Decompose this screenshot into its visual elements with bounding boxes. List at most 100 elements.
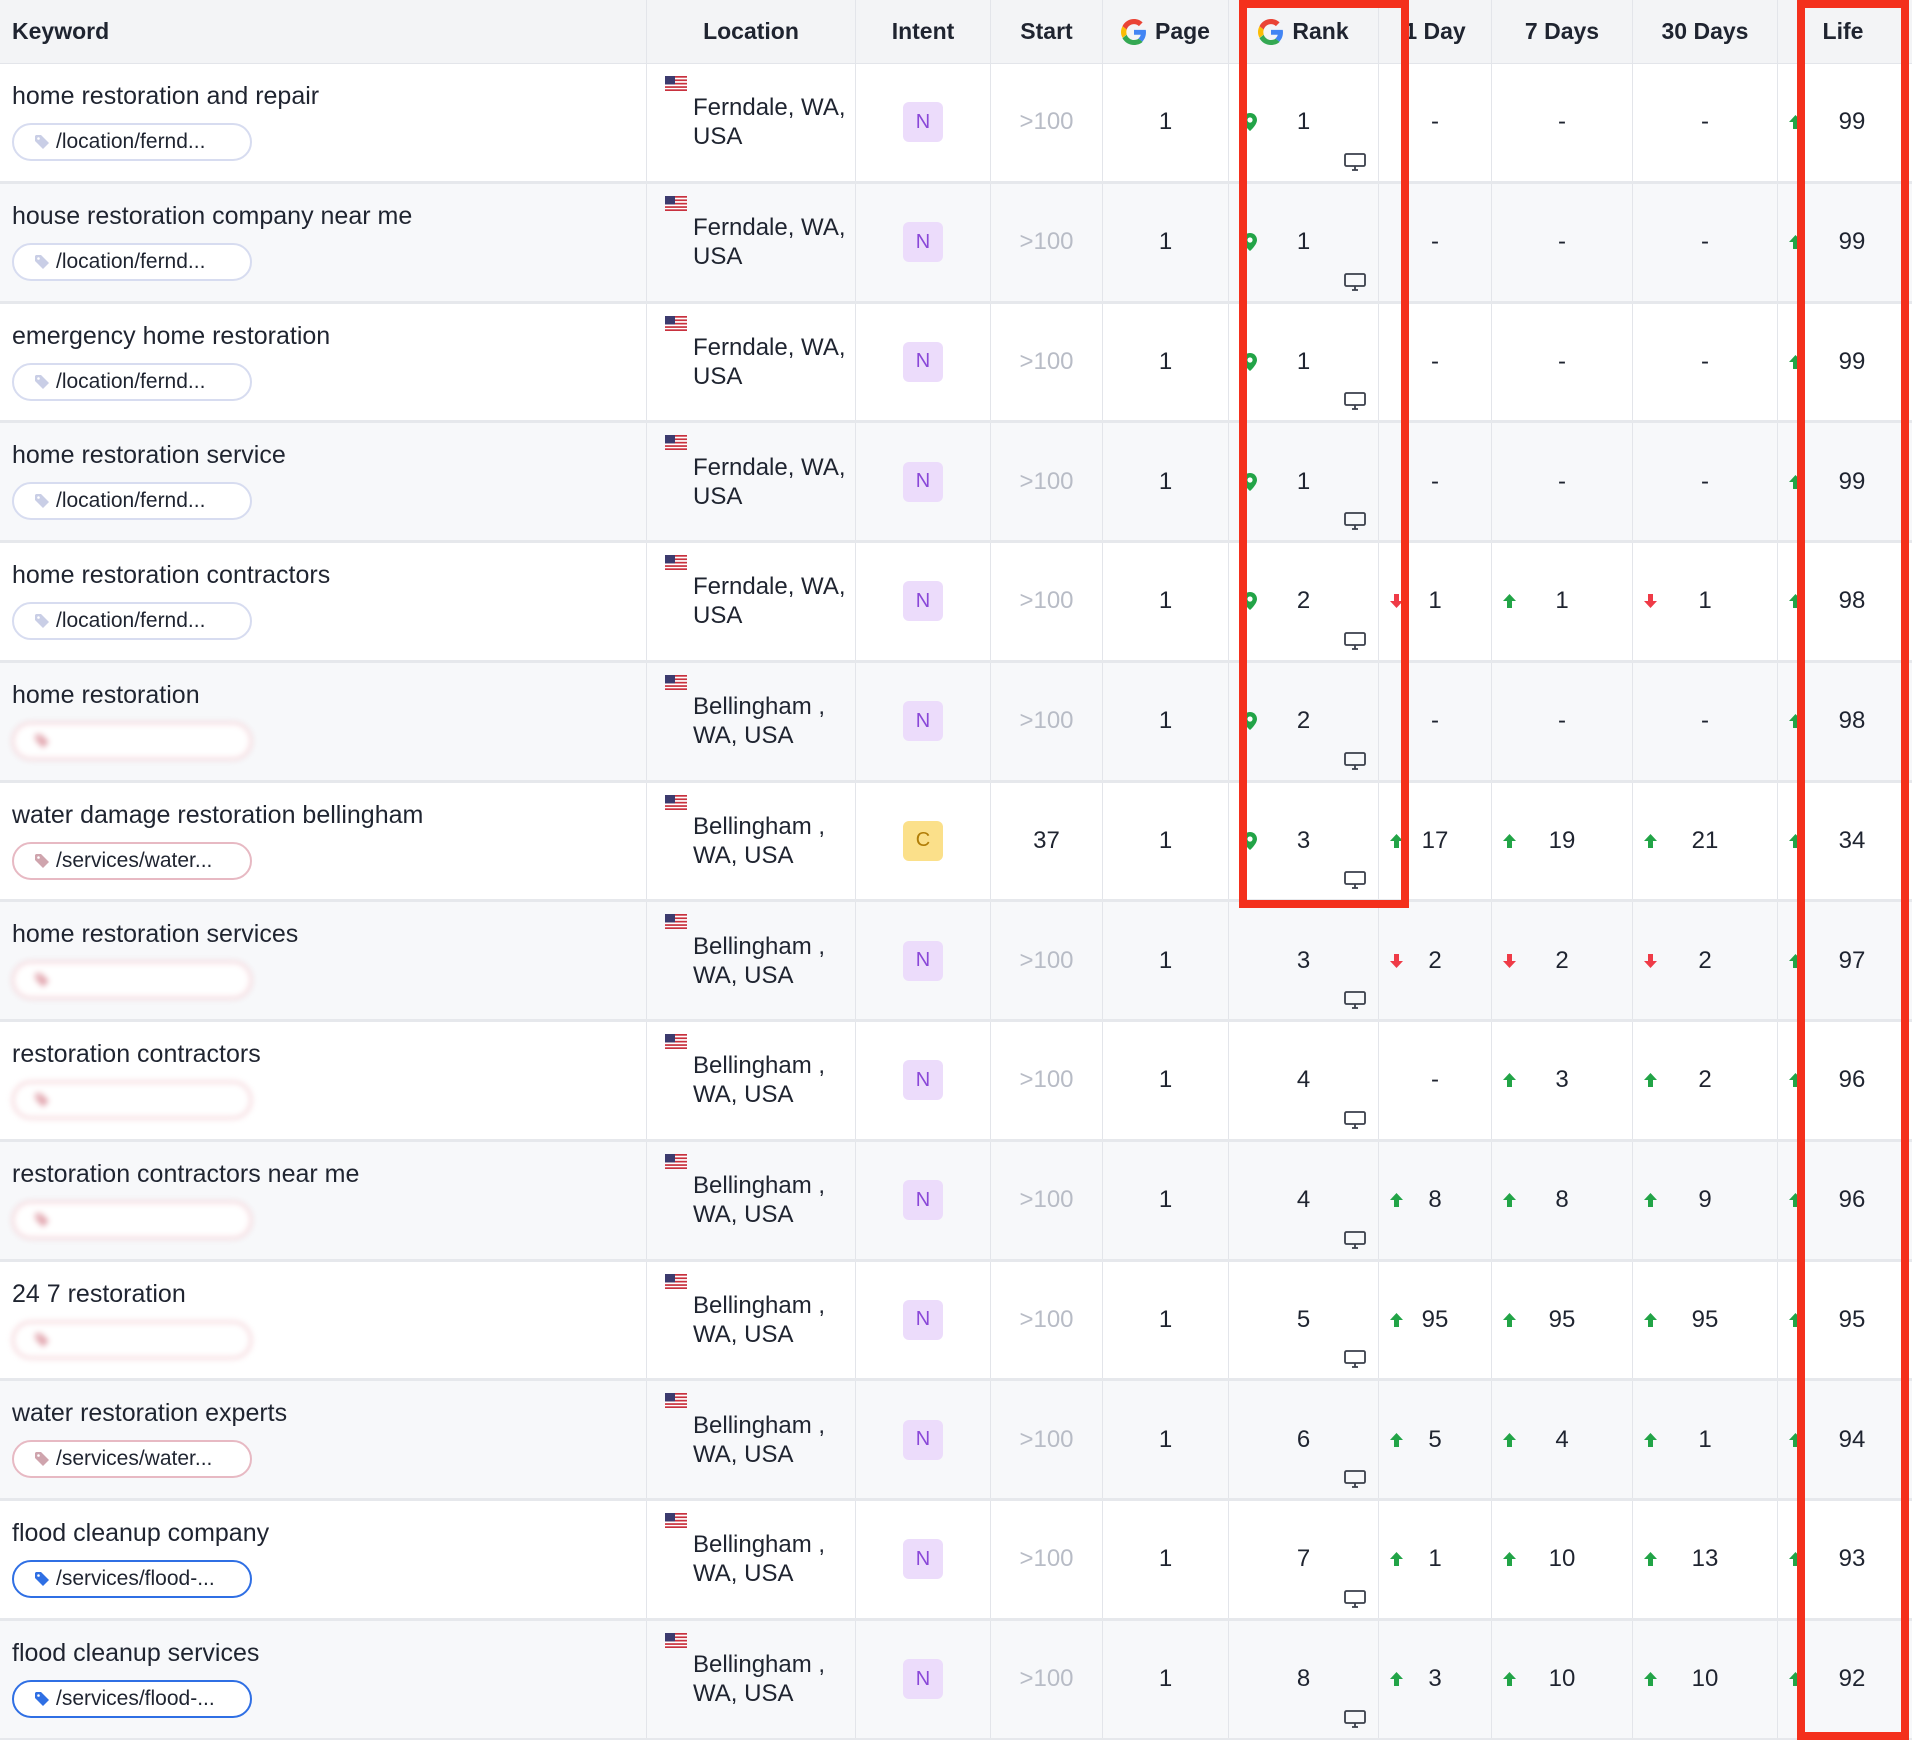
intent-badge[interactable]: N <box>903 581 943 622</box>
keyword-text[interactable]: flood cleanup company <box>12 1519 269 1548</box>
column-header-keyword[interactable]: Keyword <box>0 0 647 63</box>
keyword-text[interactable]: water restoration experts <box>12 1399 287 1428</box>
intent-badge[interactable]: N <box>903 1299 943 1340</box>
30-days-change-value: 2 <box>1698 946 1712 974</box>
url-tag[interactable]: /location/fernd... <box>12 123 252 161</box>
page-value: 1 <box>1158 946 1173 974</box>
rank-value[interactable]: 7 <box>1297 1545 1310 1573</box>
url-tag[interactable]: /services/water... <box>12 1440 252 1479</box>
rank-value[interactable]: 4 <box>1297 1066 1310 1094</box>
table-row[interactable]: water restoration experts /services/wate… <box>0 1381 1912 1501</box>
column-header-life[interactable]: Life <box>1778 0 1909 63</box>
intent-badge[interactable]: N <box>903 102 943 143</box>
column-header-1-day[interactable]: 1 Day <box>1379 0 1492 63</box>
intent-badge[interactable]: N <box>903 701 943 742</box>
column-header-location[interactable]: Location <box>647 0 856 63</box>
column-header-page[interactable]: Page <box>1103 0 1229 63</box>
keyword-text[interactable]: home restoration services <box>12 920 298 949</box>
url-tag[interactable]: /services/water... <box>12 841 252 880</box>
keyword-text[interactable]: flood cleanup services <box>12 1639 259 1668</box>
rank-value[interactable]: 2 <box>1297 707 1310 735</box>
intent-badge[interactable]: N <box>903 461 943 502</box>
start-cell: >100 <box>991 303 1103 421</box>
column-header-7-days[interactable]: 7 Days <box>1492 0 1633 63</box>
intent-badge[interactable]: N <box>903 222 943 263</box>
intent-badge[interactable]: N <box>903 940 943 981</box>
rank-value[interactable]: 1 <box>1297 468 1310 496</box>
rank-value[interactable]: 1 <box>1297 228 1310 256</box>
tag-icon <box>35 1572 49 1586</box>
rank-value[interactable]: 5 <box>1297 1306 1310 1334</box>
table-row[interactable]: home restoration services Bellingham , W… <box>0 902 1912 1022</box>
keyword-text[interactable]: emergency home restoration <box>12 322 330 351</box>
rank-value[interactable]: 4 <box>1297 1186 1310 1214</box>
column-header-30-days[interactable]: 30 Days <box>1633 0 1778 63</box>
table-row[interactable]: house restoration company near me /locat… <box>0 183 1912 304</box>
table-row[interactable]: water damage restoration bellingham /ser… <box>0 782 1912 903</box>
1-day-change-cell: - <box>1379 64 1492 181</box>
rank-value[interactable]: 2 <box>1297 587 1310 615</box>
intent-badge[interactable]: N <box>903 1419 943 1460</box>
url-tag[interactable]: /location/fernd... <box>12 242 252 281</box>
7-days-change-value: - <box>1558 108 1566 136</box>
table-row[interactable]: restoration contractors near me Bellingh… <box>0 1141 1912 1262</box>
change-arrow-icon <box>1789 474 1802 489</box>
30-days-change-cell: 13 <box>1633 1501 1778 1618</box>
url-tag[interactable]: /location/fernd... <box>12 602 252 640</box>
url-tag[interactable] <box>12 1081 252 1119</box>
intent-badge[interactable]: N <box>903 1060 943 1101</box>
location-cell: Bellingham , WA, USA <box>647 1501 856 1618</box>
rank-value[interactable]: 1 <box>1297 348 1310 376</box>
intent-badge[interactable]: N <box>903 1539 943 1580</box>
keyword-text[interactable]: home restoration service <box>12 441 286 470</box>
rank-value[interactable]: 6 <box>1297 1426 1310 1454</box>
table-row[interactable]: 24 7 restoration Bellingham , WA, USA N … <box>0 1261 1912 1382</box>
keyword-text[interactable]: house restoration company near me <box>12 202 412 231</box>
keyword-text[interactable]: water damage restoration bellingham <box>12 801 423 830</box>
rank-value[interactable]: 8 <box>1297 1665 1310 1693</box>
us-flag-icon <box>665 1034 687 1049</box>
rank-value[interactable]: 1 <box>1297 108 1310 136</box>
30-days-change-value: - <box>1701 467 1709 495</box>
7-days-change-value: 19 <box>1548 826 1576 854</box>
keyword-text[interactable]: home restoration <box>12 681 200 710</box>
life-change-value: 99 <box>1838 108 1866 136</box>
header-30-days-label: 30 Days <box>1661 18 1749 44</box>
keyword-text[interactable]: home restoration and repair <box>12 82 319 111</box>
url-tag[interactable] <box>12 1320 252 1359</box>
change-arrow-icon <box>1789 1432 1802 1447</box>
keyword-text[interactable]: restoration contractors near me <box>12 1160 359 1189</box>
url-tag[interactable]: /location/fernd... <box>12 482 252 521</box>
keyword-text[interactable]: restoration contractors <box>12 1040 261 1069</box>
table-row[interactable]: home restoration contractors /location/f… <box>0 543 1912 663</box>
intent-badge[interactable]: N <box>903 1180 943 1221</box>
rank-value[interactable]: 3 <box>1297 947 1310 975</box>
7-days-change-cell: 4 <box>1492 1381 1633 1498</box>
table-row[interactable]: flood cleanup services /services/flood-.… <box>0 1620 1912 1740</box>
intent-badge[interactable]: N <box>903 1659 943 1700</box>
7-days-change-value: 4 <box>1555 1425 1569 1453</box>
rank-value[interactable]: 3 <box>1297 827 1310 855</box>
url-tag[interactable] <box>12 961 252 1000</box>
table-row[interactable]: home restoration Bellingham , WA, USA N … <box>0 662 1912 783</box>
column-header-start[interactable]: Start <box>991 0 1103 63</box>
url-tag[interactable] <box>12 1200 252 1239</box>
intent-badge[interactable]: C <box>903 820 943 861</box>
table-row[interactable]: home restoration service /location/fernd… <box>0 423 1912 543</box>
keyword-text[interactable]: 24 7 restoration <box>12 1280 186 1309</box>
map-pin-icon <box>1243 831 1257 850</box>
table-row[interactable]: restoration contractors Bellingham , WA,… <box>0 1022 1912 1142</box>
table-row[interactable]: home restoration and repair /location/fe… <box>0 64 1912 184</box>
table-row[interactable]: emergency home restoration /location/fer… <box>0 303 1912 424</box>
table-row[interactable]: flood cleanup company /services/flood-..… <box>0 1501 1912 1621</box>
column-header-intent[interactable]: Intent <box>856 0 991 63</box>
url-tag[interactable]: /services/flood-... <box>12 1560 252 1598</box>
intent-badge[interactable]: N <box>903 341 943 382</box>
column-header-rank[interactable]: Rank <box>1229 0 1379 63</box>
change-arrow-icon <box>1390 1552 1403 1567</box>
url-tag[interactable] <box>12 721 252 760</box>
keyword-text[interactable]: home restoration contractors <box>12 561 330 590</box>
url-tag[interactable]: /location/fernd... <box>12 362 252 401</box>
url-tag[interactable]: /services/flood-... <box>12 1679 252 1718</box>
location-cell: Bellingham , WA, USA <box>647 782 856 900</box>
